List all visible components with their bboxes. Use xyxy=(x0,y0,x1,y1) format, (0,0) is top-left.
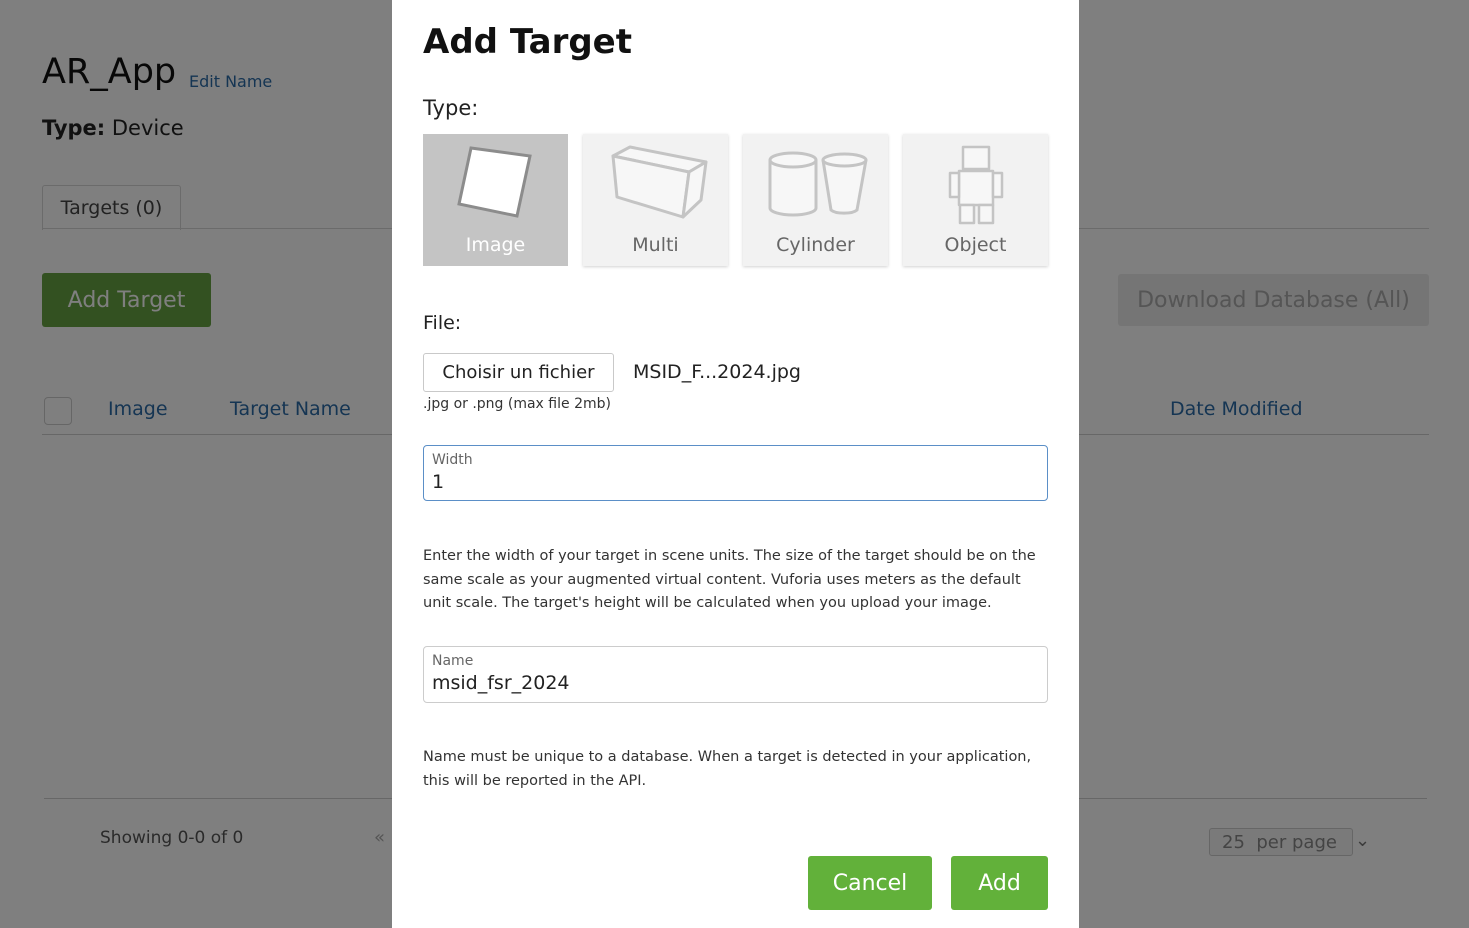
type-option-cylinder-label: Cylinder xyxy=(776,234,855,256)
dialog-title: Add Target xyxy=(423,22,632,62)
type-option-object-label: Object xyxy=(944,234,1007,256)
width-field-label: Width xyxy=(432,452,473,468)
width-field-value[interactable]: 1 xyxy=(432,471,444,493)
selected-file-name: MSID_F...2024.jpg xyxy=(633,361,801,383)
width-help-text: Enter the width of your target in scene … xyxy=(423,548,1036,611)
add-button[interactable]: Add xyxy=(951,856,1048,910)
type-option-image[interactable]: Image xyxy=(423,134,568,266)
width-field[interactable]: Width 1 xyxy=(423,445,1048,501)
file-label: File: xyxy=(423,312,462,334)
type-option-multi-label: Multi xyxy=(632,234,679,256)
type-option-multi[interactable]: Multi xyxy=(583,134,728,266)
name-field-label: Name xyxy=(432,653,474,669)
name-help-text: Name must be unique to a database. When … xyxy=(423,749,1032,789)
cylinder-target-icon xyxy=(768,151,868,217)
type-label: Type: xyxy=(423,96,479,120)
multi-target-icon xyxy=(611,145,708,219)
name-field[interactable]: Name msid_fsr_2024 xyxy=(423,646,1048,703)
name-field-value[interactable]: msid_fsr_2024 xyxy=(432,672,570,694)
object-target-icon xyxy=(948,145,1004,225)
type-option-object[interactable]: Object xyxy=(903,134,1048,266)
type-option-image-label: Image xyxy=(465,234,526,256)
cancel-button[interactable]: Cancel xyxy=(808,856,932,910)
add-target-dialog: Add Target Type: Image Multi Cylinder Ob… xyxy=(392,0,1079,928)
file-format-hint: .jpg or .png (max file 2mb) xyxy=(423,396,611,412)
image-target-icon xyxy=(457,146,532,218)
type-option-cylinder[interactable]: Cylinder xyxy=(743,134,888,266)
choose-file-button[interactable]: Choisir un fichier xyxy=(423,353,614,392)
